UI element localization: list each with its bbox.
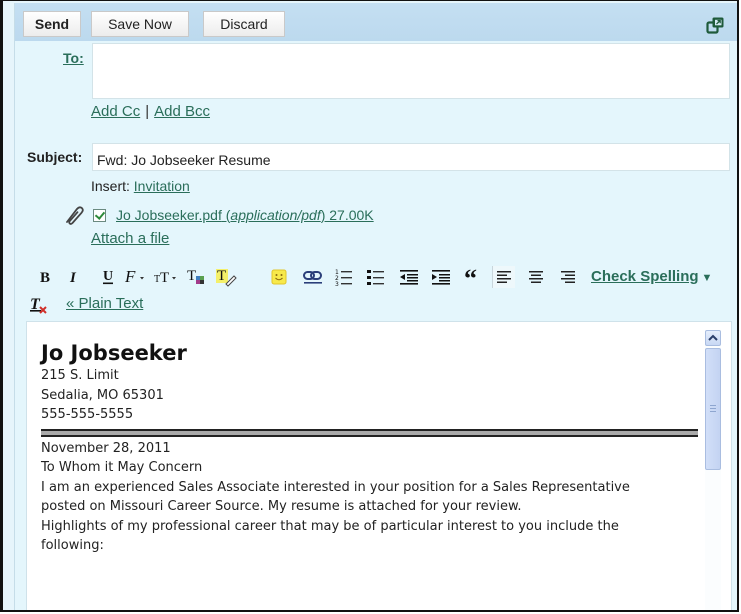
numbered-list-icon: 123 xyxy=(335,269,352,286)
sender-name: Jo Jobseeker xyxy=(41,341,187,365)
attachment-link[interactable]: Jo Jobseeker.pdf (application/pdf) 27.00… xyxy=(116,207,374,223)
indent-button[interactable] xyxy=(430,266,452,288)
remove-formatting-button[interactable]: T xyxy=(29,295,49,320)
message-body-content: Jo Jobseeker 215 S. Limit Sedalia, MO 65… xyxy=(41,340,698,556)
align-left-icon xyxy=(497,271,511,283)
italic-button[interactable]: I xyxy=(66,266,84,288)
quote-button[interactable]: “ xyxy=(463,266,483,288)
cc-bcc-links: Add Cc | Add Bcc xyxy=(91,103,210,120)
remove-formatting-icon: T xyxy=(30,296,47,314)
align-right-button[interactable] xyxy=(557,266,579,288)
insert-row: Insert: Invitation xyxy=(91,178,190,194)
compose-window: Send Save Now Discard To: Add Cc | Add Bcc… xyxy=(0,0,739,612)
chevron-down-icon: ▼ xyxy=(701,272,713,284)
bold-icon: B xyxy=(40,270,50,285)
compose-toolbar: Send Save Now Discard xyxy=(15,3,737,41)
quote-icon: “ xyxy=(464,268,477,286)
font-button[interactable]: F xyxy=(123,266,151,288)
paragraph-line: I am an experienced Sales Associate inte… xyxy=(41,479,630,495)
outdent-icon xyxy=(400,270,418,285)
compose-panel: Send Save Now Discard To: Add Cc | Add Bcc… xyxy=(14,3,737,610)
link-button[interactable] xyxy=(301,266,325,288)
greeting: To Whom it May Concern xyxy=(41,460,203,475)
svg-text:I: I xyxy=(69,270,77,285)
insert-label: Insert: xyxy=(91,178,130,194)
scrollbar-thumb[interactable] xyxy=(705,348,721,470)
add-bcc-link[interactable]: Add Bcc xyxy=(154,103,210,120)
add-cc-link[interactable]: Add Cc xyxy=(91,103,140,120)
address-line: 555-555-5555 xyxy=(41,407,134,422)
bulleted-list-icon xyxy=(367,270,384,285)
save-now-button[interactable]: Save Now xyxy=(91,11,189,37)
svg-text:B: B xyxy=(40,270,50,285)
highlight-icon: T xyxy=(216,268,237,287)
emoticon-button[interactable] xyxy=(269,266,289,288)
message-body-editor[interactable]: Jo Jobseeker 215 S. Limit Sedalia, MO 65… xyxy=(26,321,732,610)
attachment-checkbox[interactable] xyxy=(93,208,106,222)
bold-button[interactable]: B xyxy=(37,266,55,288)
outdent-button[interactable] xyxy=(398,266,420,288)
to-field[interactable] xyxy=(92,43,730,99)
paragraph-line: Highlights of my professional career tha… xyxy=(41,518,619,534)
underline-button[interactable]: U xyxy=(99,266,117,288)
svg-text:3: 3 xyxy=(335,281,339,286)
scroll-up-button[interactable] xyxy=(705,330,721,346)
align-right-icon xyxy=(561,271,575,283)
underline-icon: U xyxy=(103,269,113,285)
svg-text:T: T xyxy=(187,268,196,284)
attachment-size: ) 27.00K xyxy=(320,207,374,223)
address-line: Sedalia, MO 65301 xyxy=(41,387,164,403)
grip-line xyxy=(710,411,716,412)
insert-invitation-link[interactable]: Invitation xyxy=(134,178,190,194)
font-size-icon: TT xyxy=(154,270,176,286)
paragraph-line: following: xyxy=(41,538,104,553)
svg-text:U: U xyxy=(103,269,113,284)
attachment-filename: Jo Jobseeker.pdf xyxy=(116,207,222,223)
highlight-button[interactable]: T xyxy=(215,266,239,288)
to-label-link[interactable]: To: xyxy=(63,50,84,66)
svg-text:T: T xyxy=(217,268,226,284)
send-button[interactable]: Send xyxy=(23,11,81,37)
align-center-button[interactable] xyxy=(525,266,547,288)
vertical-scrollbar[interactable] xyxy=(705,330,721,610)
paragraph-line: posted on Missouri Career Source. My res… xyxy=(41,499,522,514)
svg-text:F: F xyxy=(124,268,136,286)
align-left-button[interactable] xyxy=(492,266,515,288)
subject-field[interactable] xyxy=(92,143,730,171)
text-color-button[interactable]: T xyxy=(185,266,209,288)
address-line: 215 S. Limit xyxy=(41,368,119,383)
letter-date: November 28, 2011 xyxy=(41,440,171,456)
svg-text:T: T xyxy=(160,270,169,286)
chevron-up-icon xyxy=(708,334,718,341)
bulleted-list-button[interactable] xyxy=(365,266,387,288)
attachment-row: Jo Jobseeker.pdf (application/pdf) 27.00… xyxy=(63,205,374,225)
svg-text:“: “ xyxy=(464,268,477,286)
smiley-icon xyxy=(271,269,287,285)
check-spelling-label: Check Spelling xyxy=(591,268,699,285)
align-center-icon xyxy=(529,271,543,283)
popout-window-icon[interactable] xyxy=(706,16,725,35)
paperclip-icon xyxy=(66,206,84,225)
grip-line xyxy=(710,408,716,409)
italic-icon: I xyxy=(69,270,77,285)
discard-button[interactable]: Discard xyxy=(203,11,285,37)
link-icon xyxy=(303,271,322,284)
font-icon: F xyxy=(124,268,144,286)
numbered-list-button[interactable]: 123 xyxy=(333,266,355,288)
separator: | xyxy=(145,103,150,120)
attach-file-link[interactable]: Attach a file xyxy=(91,230,169,247)
header-divider xyxy=(41,428,698,437)
indent-icon xyxy=(432,270,450,285)
attachment-mime-type: application/pdf xyxy=(230,207,321,223)
subject-label: Subject: xyxy=(27,149,83,165)
font-size-button[interactable]: TT xyxy=(153,266,181,288)
text-color-icon: T xyxy=(187,268,204,284)
grip-line xyxy=(710,405,716,406)
check-spelling-button[interactable]: Check Spelling ▼ xyxy=(591,268,712,285)
plain-text-link[interactable]: « Plain Text xyxy=(66,295,143,312)
